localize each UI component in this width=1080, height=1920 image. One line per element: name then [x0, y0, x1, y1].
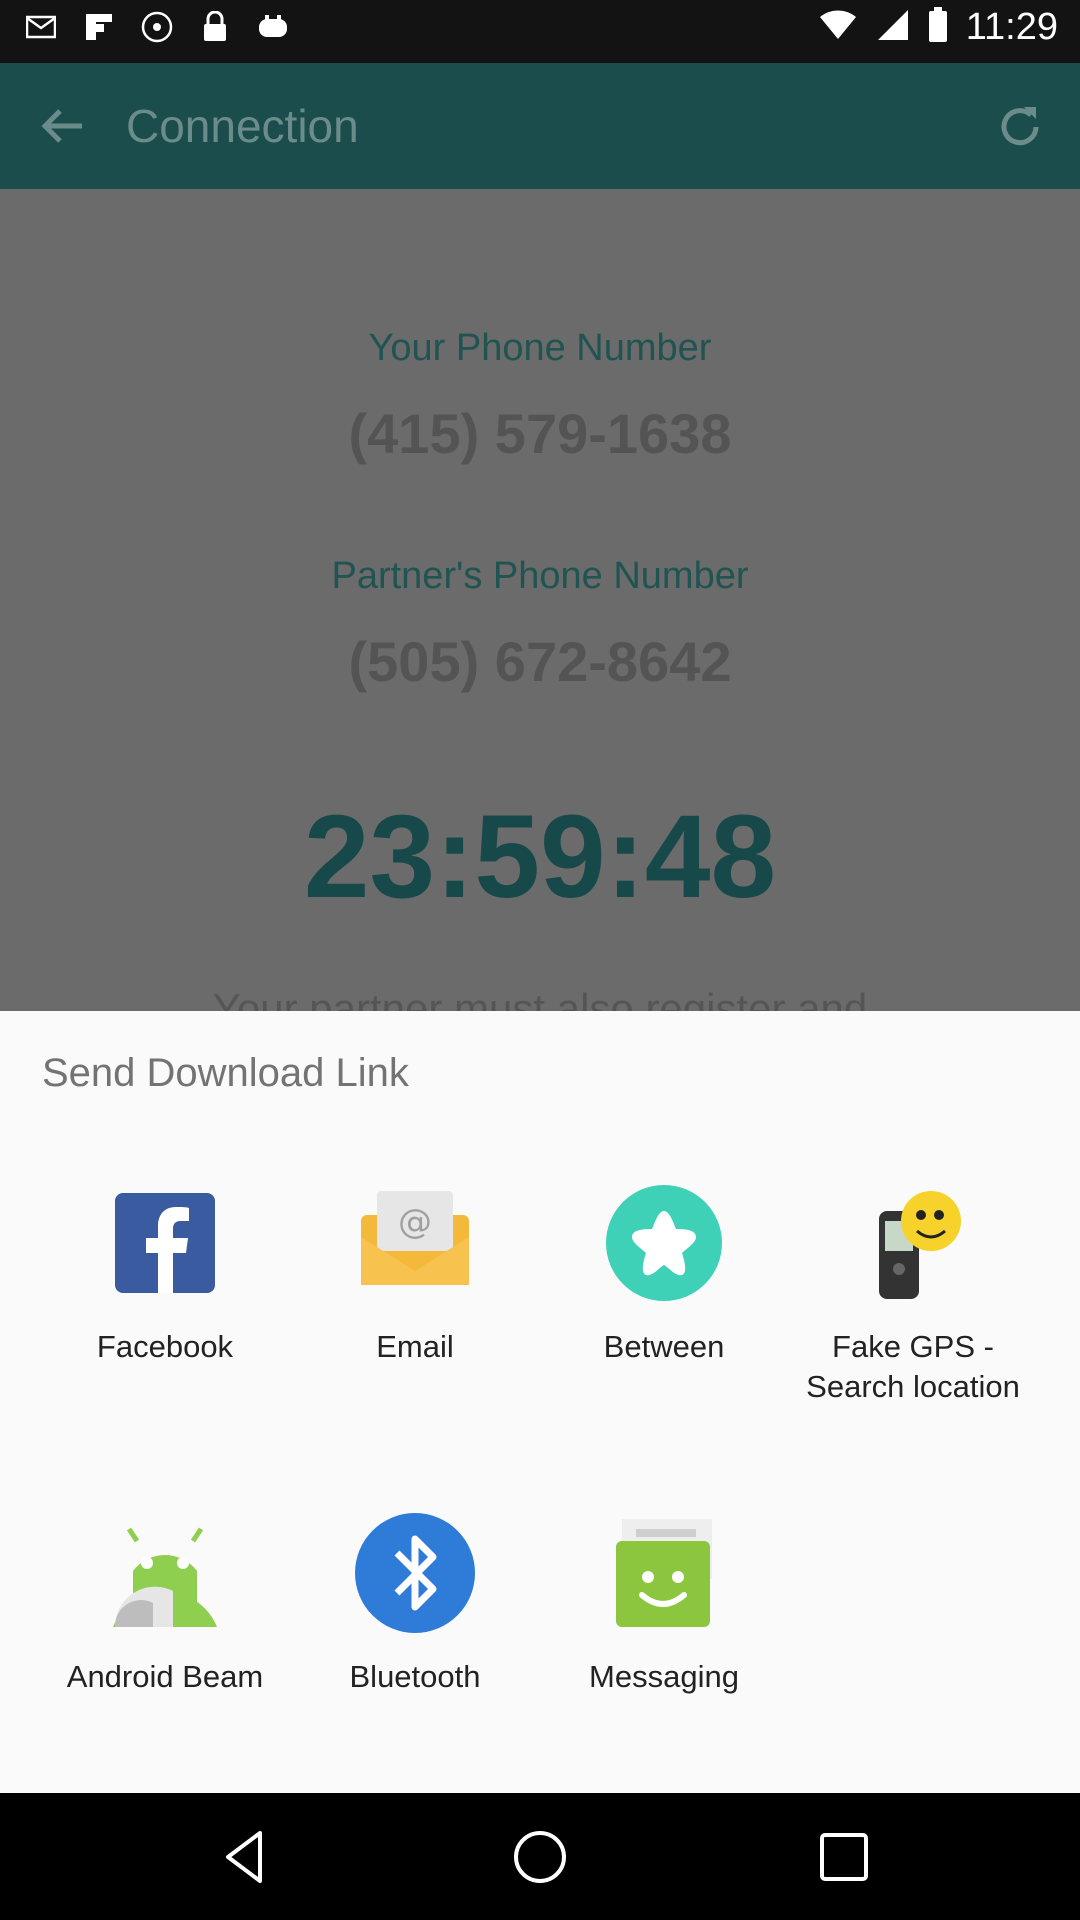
countdown-timer: 23:59:48 [303, 791, 777, 923]
share-sheet-title: Send Download Link [42, 1051, 409, 1095]
partner-phone-label: Partner's Phone Number [331, 555, 749, 597]
wifi-icon [818, 9, 858, 46]
status-bar: 11:29 [0, 0, 1080, 63]
share-target-label: Email [376, 1329, 454, 1364]
your-phone-number: (415) 579-1638 [348, 402, 732, 465]
share-target-label: Android Beam [66, 1659, 264, 1694]
bluetooth-icon [353, 1511, 477, 1635]
share-target-android-beam[interactable]: Android Beam [40, 1511, 290, 1697]
connection-content: Your Phone Number (415) 579-1638 Partner… [0, 189, 1080, 1032]
messaging-icon [602, 1511, 726, 1635]
facebook-icon [103, 1181, 227, 1305]
share-sheet: Send Download Link Facebook @ Email Betw… [0, 1011, 1080, 1793]
back-nav-icon[interactable] [214, 1827, 274, 1887]
share-target-bluetooth[interactable]: Bluetooth [290, 1511, 540, 1697]
between-icon [602, 1181, 726, 1305]
lock-icon [198, 10, 232, 44]
android-beam-icon [103, 1511, 227, 1635]
partner-phone-number: (505) 672-8642 [348, 630, 732, 693]
share-target-messaging[interactable]: Messaging [539, 1511, 789, 1697]
game-controller-icon [256, 10, 290, 44]
share-target-facebook[interactable]: Facebook [40, 1181, 290, 1367]
navigation-bar [0, 1793, 1080, 1920]
signal-icon [876, 8, 910, 47]
share-target-between[interactable]: Between [539, 1181, 789, 1367]
home-nav-icon[interactable] [510, 1827, 570, 1887]
share-target-label: Between [603, 1329, 725, 1364]
email-icon: @ [353, 1181, 477, 1305]
recents-nav-icon[interactable] [814, 1827, 874, 1887]
share-target-label: Bluetooth [349, 1659, 481, 1694]
share-target-email[interactable]: @ Email [290, 1181, 540, 1367]
share-target-label: Facebook [96, 1329, 234, 1364]
page-title: Connection [126, 100, 359, 152]
share-target-label: Fake GPS - Search location [806, 1329, 1020, 1404]
fake-gps-icon [851, 1181, 975, 1305]
refresh-icon[interactable] [994, 101, 1046, 153]
fake-gps-notification-icon [140, 10, 174, 44]
flipboard-icon [82, 10, 116, 44]
svg-text:@: @ [398, 1202, 432, 1242]
back-arrow-icon[interactable] [38, 101, 88, 151]
app-bar: Connection [0, 63, 1080, 189]
share-target-label: Messaging [589, 1659, 739, 1694]
share-target-fake-gps[interactable]: Fake GPS - Search location [788, 1181, 1038, 1407]
email-notification-icon [24, 10, 58, 44]
status-time: 11:29 [965, 6, 1058, 48]
your-phone-label: Your Phone Number [368, 327, 712, 369]
battery-icon [928, 7, 948, 48]
